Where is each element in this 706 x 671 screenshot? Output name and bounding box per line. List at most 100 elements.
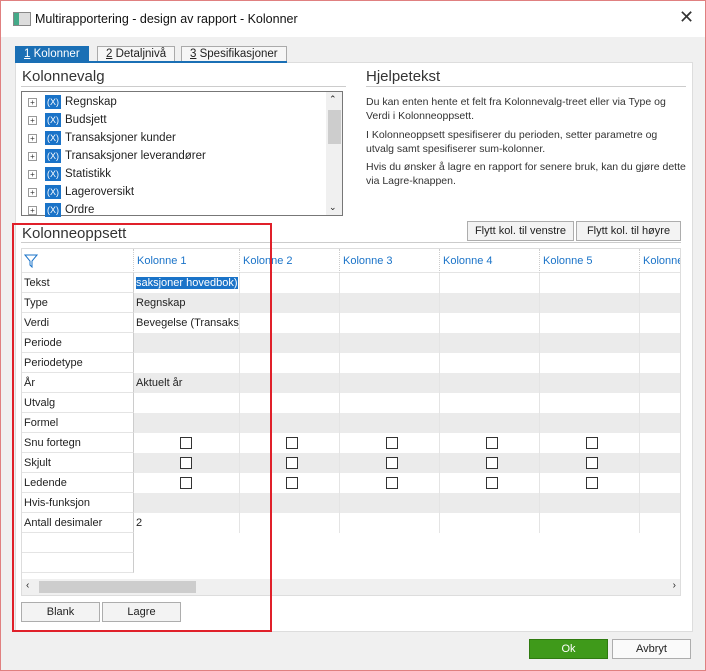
grid-cell[interactable]	[134, 393, 240, 413]
grid-cell[interactable]	[440, 493, 540, 513]
vertical-scrollbar[interactable]: ⌃ ⌄	[326, 92, 342, 215]
grid-cell[interactable]	[540, 433, 640, 453]
scrollbar-thumb[interactable]	[39, 581, 196, 593]
grid-cell[interactable]: Regnskap	[134, 293, 240, 313]
grid-cell[interactable]	[540, 493, 640, 513]
expand-icon[interactable]: +	[28, 115, 37, 125]
grid-cell[interactable]	[240, 373, 340, 393]
checkbox[interactable]	[180, 437, 192, 449]
grid-cell[interactable]	[640, 513, 680, 533]
grid-cell[interactable]	[134, 473, 240, 493]
grid-cell[interactable]	[540, 473, 640, 493]
scroll-up-icon[interactable]: ⌃	[329, 94, 337, 105]
grid-cell[interactable]	[540, 333, 640, 353]
checkbox[interactable]	[386, 477, 398, 489]
checkbox[interactable]	[386, 457, 398, 469]
grid-cell[interactable]	[440, 453, 540, 473]
grid-cell[interactable]	[640, 373, 680, 393]
expand-icon[interactable]: +	[28, 97, 37, 107]
scrollbar-thumb[interactable]	[328, 110, 341, 144]
grid-cell[interactable]	[240, 293, 340, 313]
grid-cell[interactable]	[440, 373, 540, 393]
checkbox[interactable]	[486, 437, 498, 449]
grid-cell[interactable]	[134, 413, 240, 433]
grid-cell[interactable]	[240, 393, 340, 413]
grid-cell[interactable]	[540, 413, 640, 433]
grid-cell[interactable]	[540, 393, 640, 413]
grid-cell[interactable]	[240, 413, 340, 433]
grid-cell[interactable]	[540, 513, 640, 533]
ok-button[interactable]: Ok	[529, 639, 608, 659]
checkbox[interactable]	[586, 477, 598, 489]
tree-item[interactable]: + (X) Statistikk	[28, 165, 111, 183]
grid-cell[interactable]	[340, 313, 440, 333]
expand-icon[interactable]: +	[28, 151, 37, 161]
column-header[interactable]: Kolonne 1	[134, 249, 240, 273]
grid-cell[interactable]	[440, 353, 540, 373]
grid-cell[interactable]	[340, 293, 440, 313]
grid-cell[interactable]: Aktuelt år	[134, 373, 240, 393]
checkbox[interactable]	[180, 477, 192, 489]
tree-item[interactable]: + (X) Budsjett	[28, 111, 107, 129]
grid-cell[interactable]	[640, 493, 680, 513]
tab-spesifikasjoner[interactable]: 3 Spesifikasjoner	[181, 46, 287, 62]
grid-cell[interactable]	[540, 293, 640, 313]
grid-cell[interactable]	[440, 273, 540, 293]
checkbox[interactable]	[386, 437, 398, 449]
grid-cell[interactable]	[540, 353, 640, 373]
checkbox[interactable]	[180, 457, 192, 469]
tree-item[interactable]: + (X) Transaksjoner leverandører	[28, 147, 206, 165]
grid-cell[interactable]	[240, 493, 340, 513]
grid-cell[interactable]	[240, 433, 340, 453]
scroll-right-icon[interactable]: ›	[673, 580, 676, 591]
column-header[interactable]: Kolonne 2	[240, 249, 340, 273]
grid-cell[interactable]	[340, 413, 440, 433]
grid-cell[interactable]	[440, 293, 540, 313]
tree-item[interactable]: + (X) Transaksjoner kunder	[28, 129, 176, 147]
tree-item[interactable]: + (X) Ordre	[28, 201, 94, 219]
expand-icon[interactable]: +	[28, 205, 37, 215]
grid-cell[interactable]	[340, 433, 440, 453]
checkbox[interactable]	[286, 457, 298, 469]
close-button[interactable]: ✕	[679, 7, 694, 28]
grid-cell[interactable]	[134, 353, 240, 373]
grid-cell[interactable]	[640, 473, 680, 493]
cancel-button[interactable]: Avbryt	[612, 639, 691, 659]
grid-cell[interactable]	[340, 273, 440, 293]
grid-cell[interactable]	[640, 313, 680, 333]
grid-cell[interactable]	[340, 493, 440, 513]
scroll-left-icon[interactable]: ‹	[26, 580, 29, 591]
expand-icon[interactable]: +	[28, 169, 37, 179]
tab-kolonner[interactable]: 1 Kolonner	[15, 46, 89, 62]
checkbox[interactable]	[486, 477, 498, 489]
grid-cell[interactable]	[340, 453, 440, 473]
grid-cell[interactable]	[240, 333, 340, 353]
grid-cell[interactable]	[240, 313, 340, 333]
grid-cell[interactable]	[134, 453, 240, 473]
grid-cell[interactable]	[540, 273, 640, 293]
grid-cell[interactable]	[134, 433, 240, 453]
horizontal-scrollbar[interactable]: ‹ ›	[22, 579, 680, 595]
grid-cell[interactable]	[540, 373, 640, 393]
grid-cell[interactable]	[240, 273, 340, 293]
tree-item[interactable]: + (X) Lageroversikt	[28, 183, 134, 201]
move-column-right-button[interactable]: Flytt kol. til høyre	[576, 221, 681, 241]
filter-cell[interactable]	[22, 249, 134, 273]
grid-cell[interactable]	[640, 293, 680, 313]
expand-icon[interactable]: +	[28, 187, 37, 197]
checkbox[interactable]	[486, 457, 498, 469]
grid-cell[interactable]	[340, 513, 440, 533]
grid-cell[interactable]	[540, 453, 640, 473]
grid-cell[interactable]	[640, 273, 680, 293]
grid-cell[interactable]	[440, 413, 540, 433]
column-header[interactable]: Kolonne 3	[340, 249, 440, 273]
grid-cell[interactable]: Bevegelse (Transaksj	[134, 313, 240, 333]
grid-cell[interactable]	[640, 393, 680, 413]
grid-cell[interactable]	[134, 493, 240, 513]
move-column-left-button[interactable]: Flytt kol. til venstre	[467, 221, 574, 241]
checkbox[interactable]	[586, 457, 598, 469]
grid-cell[interactable]	[340, 373, 440, 393]
grid-cell[interactable]	[240, 453, 340, 473]
scroll-down-icon[interactable]: ⌄	[329, 202, 337, 213]
kolonnevalg-tree[interactable]: ⌃ ⌄ + (X) Regnskap + (X) Budsjett + (X) Transaks…	[21, 91, 343, 219]
